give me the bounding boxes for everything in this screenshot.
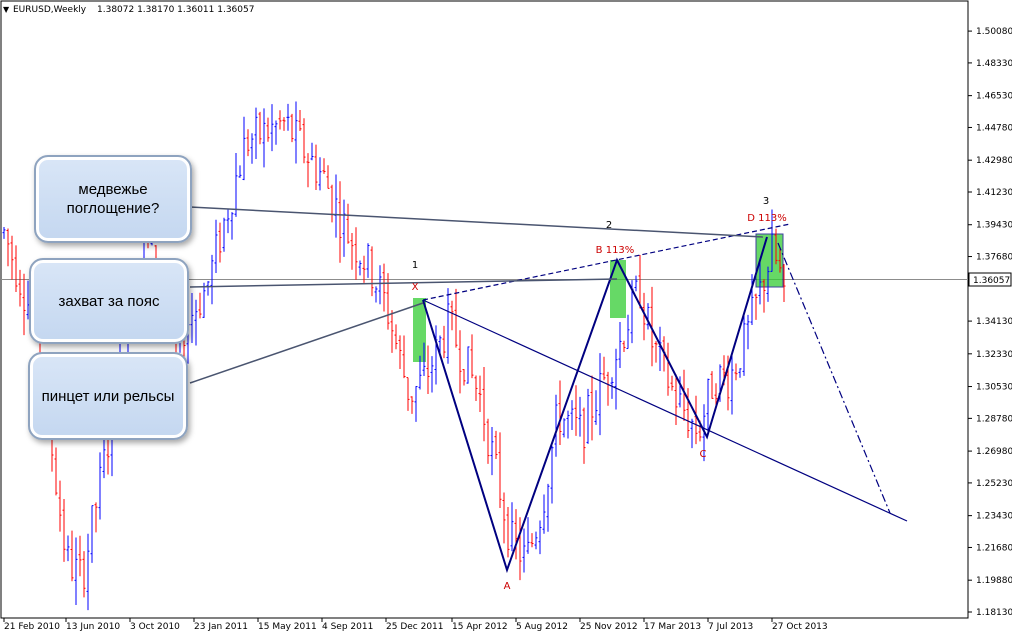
date-tick-label: 13 Jun 2010: [66, 622, 120, 632]
price-tick-label: 1.25230: [976, 479, 1012, 489]
date-tick-label: 27 Oct 2013: [772, 622, 828, 632]
ohlc-values: 1.38072 1.38170 1.36011 1.36057: [97, 5, 254, 15]
price-tick-label: 1.37680: [976, 253, 1012, 263]
point-label-d: D 113%: [747, 213, 786, 224]
date-tick-label: 25 Dec 2011: [386, 622, 444, 632]
date-axis: 21 Feb 2010 13 Jun 2010 3 Oct 2010 23 Jan 2…: [3, 618, 828, 632]
callout-tweezers-rails: пинцет или рельсы: [28, 352, 188, 440]
point-label-b: B 113%: [596, 245, 635, 256]
date-tick-label: 21 Feb 2010: [4, 622, 60, 632]
date-tick-label: 5 Aug 2012: [516, 622, 568, 632]
wave-label-2: 2: [606, 220, 612, 231]
price-tick-label: 1.28780: [976, 414, 1012, 424]
date-tick-label: 25 Nov 2012: [580, 622, 638, 632]
wave-label-3: 3: [763, 196, 769, 207]
point-label-a: A: [504, 581, 511, 592]
date-tick-label: 7 Jul 2013: [708, 622, 753, 632]
date-tick-label: 15 Apr 2012: [452, 622, 508, 632]
price-tick-label: 1.19880: [976, 576, 1012, 586]
wave-label-1: 1: [412, 260, 418, 271]
callout-tweezers-rails-text: пинцет или рельсы: [41, 387, 175, 405]
callout-bearish-engulfing: медвежье поглощение?: [34, 155, 192, 243]
date-tick-label: 15 May 2011: [258, 622, 317, 632]
symbol-label: EURUSD,Weekly: [13, 5, 87, 15]
price-axis: 1.50080 1.48330 1.46530 1.44780 1.42980 1.412…: [968, 27, 1012, 618]
date-tick-label: 23 Jan 2011: [194, 622, 248, 632]
date-tick-label: 17 Mar 2013: [644, 622, 701, 632]
price-tick-label: 1.39430: [976, 221, 1012, 231]
point-label-x: X: [412, 282, 419, 293]
price-tick-label: 1.32330: [976, 350, 1012, 360]
callout-belt-hold: захват за пояс: [29, 258, 189, 344]
price-tick-label: 1.21680: [976, 543, 1012, 553]
highlight-box-b: [610, 260, 626, 318]
price-tick-label: 1.46530: [976, 92, 1012, 102]
price-tick-label: 1.23430: [976, 512, 1012, 522]
callout-belt-hold-text: захват за пояс: [58, 292, 160, 310]
price-tick-label: 1.50080: [976, 27, 1012, 37]
chart-window: 1 2 3 X A B 113% C D 113% 1.50080 1.48330…: [0, 0, 1012, 634]
date-tick-label: 3 Oct 2010: [130, 622, 180, 632]
price-tick-label: 1.42980: [976, 156, 1012, 166]
date-tick-label: 4 Sep 2011: [322, 622, 373, 632]
price-tick-label: 1.41230: [976, 188, 1012, 198]
price-tick-label: 1.44780: [976, 123, 1012, 133]
callout-bearish-engulfing-text: медвежье поглощение?: [66, 181, 160, 217]
symbol-menu-arrow[interactable]: ▼: [3, 5, 10, 14]
price-tick-label: 1.18130: [976, 608, 1012, 618]
price-tick-label: 1.30530: [976, 383, 1012, 393]
price-tick-label: 1.34130: [976, 317, 1012, 327]
current-price-label: 1.36057: [973, 276, 1010, 286]
point-label-c: C: [700, 449, 707, 460]
price-tick-label: 1.48330: [976, 59, 1012, 69]
price-tick-label: 1.26980: [976, 447, 1012, 457]
